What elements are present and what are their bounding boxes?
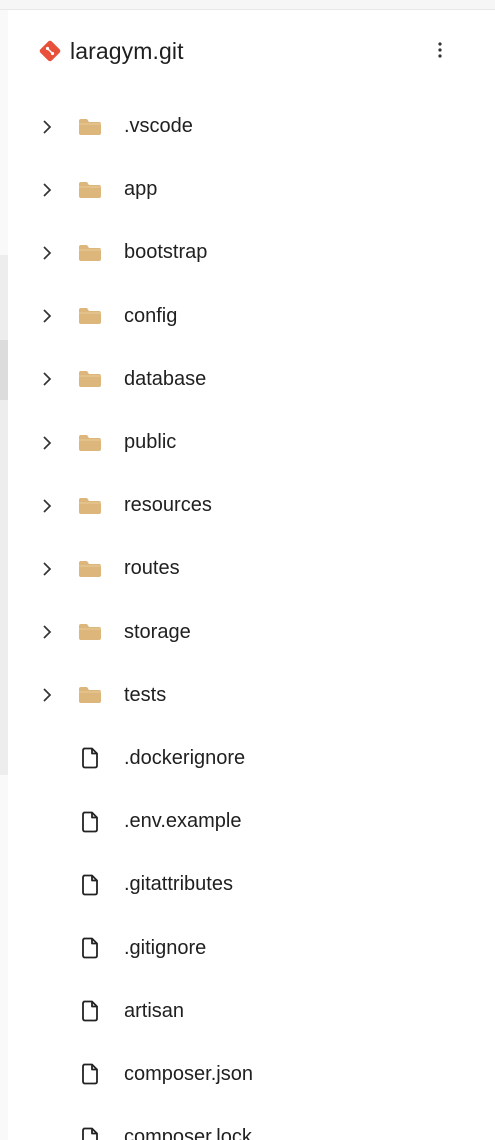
- tree-item-label: storage: [124, 620, 191, 643]
- chevron-right-icon[interactable]: [40, 685, 54, 705]
- folder-icon: [78, 117, 102, 137]
- tree-item-label: .dockerignore: [124, 746, 246, 769]
- tree-item-label: bootstrap: [124, 241, 208, 264]
- file-icon: [80, 1126, 100, 1140]
- more-vertical-icon: [438, 42, 442, 58]
- file-icon: [80, 936, 100, 960]
- chevron-right-icon[interactable]: [40, 117, 54, 137]
- folder-icon: [78, 496, 102, 516]
- file-icon: [80, 873, 100, 897]
- file-icon: [80, 999, 100, 1023]
- file-icon: [80, 746, 100, 770]
- folder-icon: [78, 559, 102, 579]
- folder-icon: [78, 685, 102, 705]
- tree-item-label: .gitattributes: [124, 873, 233, 896]
- tree-folder[interactable]: storage: [0, 601, 495, 664]
- chevron-right-icon[interactable]: [40, 433, 54, 453]
- repo-name: laragym.git: [70, 37, 184, 64]
- tree-item-label: routes: [124, 557, 180, 580]
- more-options-button[interactable]: [424, 32, 456, 68]
- file-tree: .vscode app bootstrap config database pu…: [0, 95, 495, 1140]
- folder-icon: [78, 433, 102, 453]
- tree-item-label: .vscode: [124, 115, 193, 138]
- git-diamond-icon: [38, 39, 62, 63]
- tree-folder[interactable]: tests: [0, 664, 495, 727]
- tree-file[interactable]: artisan: [0, 980, 495, 1043]
- tree-item-label: .env.example: [124, 810, 242, 833]
- folder-icon: [78, 180, 102, 200]
- tree-file[interactable]: .dockerignore: [0, 727, 495, 790]
- tree-file[interactable]: .gitignore: [0, 916, 495, 979]
- tree-item-label: composer.json: [124, 1062, 253, 1085]
- tree-item-label: database: [124, 367, 207, 390]
- folder-icon: [78, 369, 102, 389]
- chevron-right-icon[interactable]: [40, 369, 54, 389]
- folder-icon: [78, 622, 102, 642]
- tree-item-label: resources: [124, 494, 212, 517]
- tree-file[interactable]: .env.example: [0, 790, 495, 853]
- folder-icon: [78, 243, 102, 263]
- tree-folder[interactable]: resources: [0, 474, 495, 537]
- chevron-right-icon[interactable]: [40, 496, 54, 516]
- tree-file[interactable]: .gitattributes: [0, 853, 495, 916]
- tree-item-label: artisan: [124, 999, 185, 1022]
- tree-folder[interactable]: public: [0, 411, 495, 474]
- tree-file[interactable]: composer.json: [0, 1043, 495, 1106]
- file-explorer-panel: laragym.git .vscode app bootstrap config…: [0, 0, 495, 1140]
- chevron-right-icon[interactable]: [40, 306, 54, 326]
- chevron-right-icon[interactable]: [40, 559, 54, 579]
- tree-item-label: .gitignore: [124, 936, 207, 959]
- tree-item-label: composer.lock: [124, 1126, 252, 1140]
- tree-folder[interactable]: config: [0, 285, 495, 348]
- file-icon: [80, 810, 100, 834]
- chevron-right-icon[interactable]: [40, 243, 54, 263]
- top-border: [0, 0, 495, 10]
- file-icon: [80, 1062, 100, 1086]
- tree-folder[interactable]: routes: [0, 537, 495, 600]
- chevron-right-icon[interactable]: [40, 622, 54, 642]
- folder-icon: [78, 306, 102, 326]
- tree-item-label: tests: [124, 683, 167, 706]
- tree-item-label: public: [124, 431, 177, 454]
- tree-folder[interactable]: bootstrap: [0, 221, 495, 284]
- tree-folder[interactable]: database: [0, 348, 495, 411]
- tree-item-label: app: [124, 178, 158, 201]
- tree-folder[interactable]: app: [0, 158, 495, 221]
- repo-header[interactable]: laragym.git: [38, 28, 458, 74]
- tree-file[interactable]: composer.lock: [0, 1106, 495, 1140]
- chevron-right-icon[interactable]: [40, 180, 54, 200]
- tree-item-label: config: [124, 304, 178, 327]
- tree-folder[interactable]: .vscode: [0, 95, 495, 158]
